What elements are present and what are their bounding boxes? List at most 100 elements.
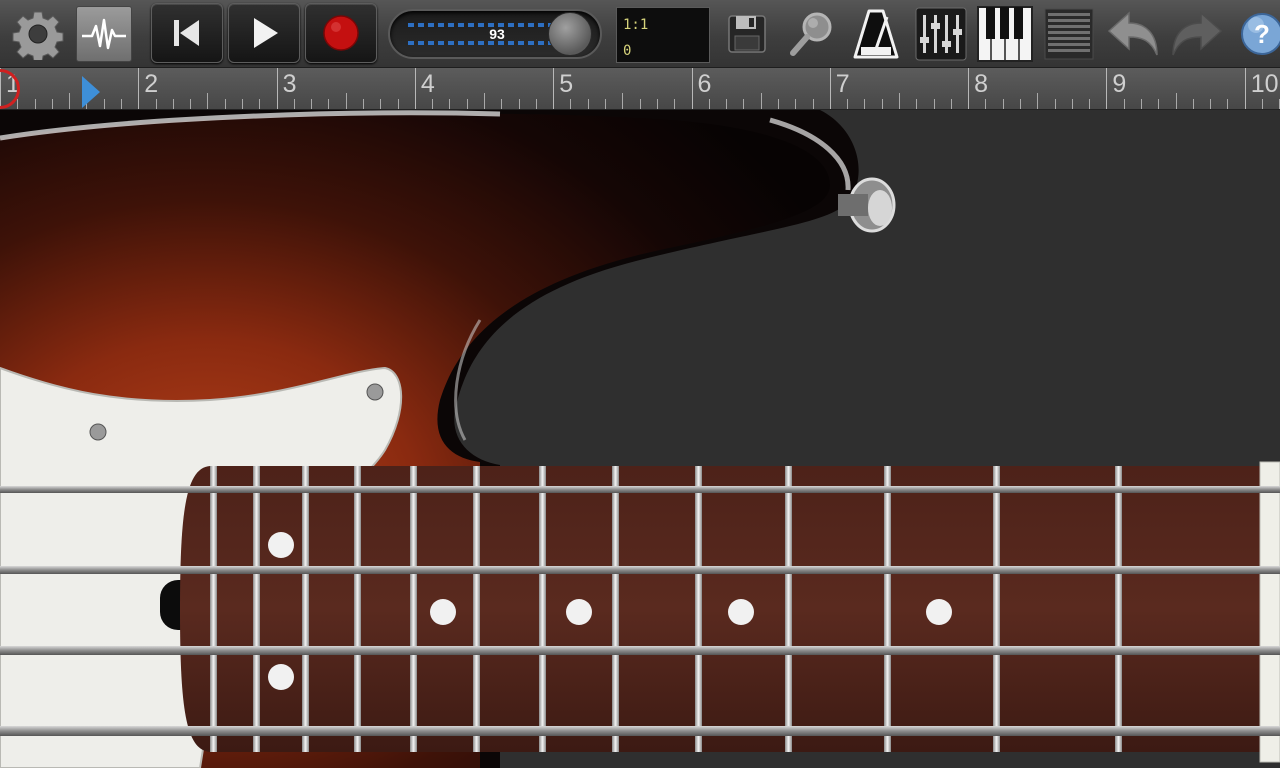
piano-keys-icon: [977, 6, 1033, 62]
waveform-icon: [82, 18, 126, 50]
ruler-tick: [345, 93, 347, 109]
record-button[interactable]: [305, 3, 377, 63]
metronome-button[interactable]: [848, 4, 904, 64]
bar-number: 5: [559, 70, 574, 98]
bass-body-artwork: [0, 110, 1280, 768]
ruler-tick: [501, 99, 503, 109]
ruler-tick: [34, 99, 36, 109]
ruler-tick: [535, 99, 537, 109]
ruler-tick: [1175, 93, 1177, 109]
ruler-tick: [898, 93, 900, 109]
ruler-tick: [570, 99, 572, 109]
ruler-tick: [950, 99, 952, 109]
ruler-tick: [1089, 99, 1091, 109]
track-list-button[interactable]: [1042, 4, 1096, 64]
ruler-tick: [1210, 99, 1212, 109]
bass-guitar-instrument: [0, 110, 1280, 768]
floppy-disk-icon: [728, 15, 766, 53]
bar-number: 6: [697, 70, 712, 98]
ruler-tick: [432, 99, 434, 109]
ruler-tick: [1192, 99, 1194, 109]
bar-number: 4: [420, 70, 435, 98]
bar-line: [1106, 68, 1108, 109]
ruler-tick: [708, 99, 710, 109]
bar-line: [1244, 68, 1246, 109]
bass-string[interactable]: [0, 566, 1280, 574]
ruler-tick: [363, 99, 365, 109]
save-button[interactable]: [722, 4, 772, 64]
ruler-tick: [242, 99, 244, 109]
bar-line: [138, 68, 140, 109]
ruler-tick: [69, 93, 71, 109]
ruler-tick: [103, 99, 105, 109]
fret-wire: [1115, 466, 1122, 752]
ruler-tick: [51, 99, 53, 109]
fret-wire: [612, 466, 619, 752]
fret-wire: [884, 466, 891, 752]
settings-button[interactable]: [10, 4, 66, 64]
bar-number: 7: [835, 70, 850, 98]
ruler-tick: [1227, 99, 1229, 109]
position-tick: 0: [623, 43, 632, 59]
bass-string[interactable]: [0, 726, 1280, 736]
ruler-tick: [743, 99, 745, 109]
timeline-ruler[interactable]: 1 2 3 4 5 6 7 8 9 10: [0, 68, 1280, 110]
fret-wire: [695, 466, 702, 752]
ruler-tick: [639, 99, 641, 109]
playhead-marker[interactable]: [82, 76, 100, 108]
bar-line: [414, 68, 416, 109]
tempo-slider[interactable]: 93: [388, 9, 602, 59]
fret-wire: [302, 466, 309, 752]
fret-wire: [354, 466, 361, 752]
tempo-value: 93: [489, 26, 505, 42]
ruler-tick: [449, 99, 451, 109]
search-button[interactable]: [784, 4, 840, 64]
fretboard[interactable]: [180, 461, 1280, 763]
ruler-tick: [812, 99, 814, 109]
bar-number: 3: [282, 70, 297, 98]
play-icon: [254, 18, 278, 48]
bar-number: 2: [144, 70, 159, 98]
waveform-view-button[interactable]: [76, 6, 132, 62]
rewind-button[interactable]: [151, 3, 223, 63]
fret-wire: [539, 466, 546, 752]
ruler-tick: [311, 99, 313, 109]
ruler-tick: [397, 99, 399, 109]
mixer-faders-icon: [915, 7, 967, 61]
track-list-icon: [1044, 8, 1094, 60]
ruler-tick: [1002, 99, 1004, 109]
ruler-tick: [259, 99, 261, 109]
ruler-tick: [916, 99, 918, 109]
play-button[interactable]: [228, 3, 300, 63]
rewind-to-start-icon: [174, 20, 199, 46]
bass-app: 93 1:1 0 ? 1 2 3 4 5 6 7 8 9 10: [0, 0, 1280, 768]
redo-button[interactable]: [1168, 4, 1226, 64]
ruler-tick: [933, 99, 935, 109]
ruler-tick: [190, 99, 192, 109]
tempo-knob[interactable]: [548, 12, 592, 56]
ruler-tick: [864, 99, 866, 109]
position-display: 1:1 0: [616, 7, 710, 63]
help-button[interactable]: ?: [1236, 4, 1280, 64]
undo-arrow-icon: [1107, 11, 1158, 56]
fret-wire: [210, 466, 217, 752]
piano-button[interactable]: [976, 4, 1034, 64]
ruler-tick: [795, 99, 797, 109]
mixer-button[interactable]: [914, 4, 968, 64]
ruler-tick: [622, 93, 624, 109]
ruler-tick: [674, 99, 676, 109]
redo-arrow-icon: [1172, 11, 1223, 56]
ruler-tick: [587, 99, 589, 109]
bass-string[interactable]: [0, 486, 1280, 493]
ruler-tick: [155, 99, 157, 109]
bar-number: 10: [1250, 70, 1279, 98]
ruler-tick: [1019, 99, 1021, 109]
ruler-tick: [777, 99, 779, 109]
bar-line: [829, 68, 831, 109]
fret-wire: [253, 466, 260, 752]
undo-button[interactable]: [1104, 4, 1162, 64]
ruler-tick: [985, 99, 987, 109]
ruler-tick: [121, 99, 122, 109]
ruler-tick: [1158, 99, 1160, 109]
bass-string[interactable]: [0, 646, 1280, 655]
